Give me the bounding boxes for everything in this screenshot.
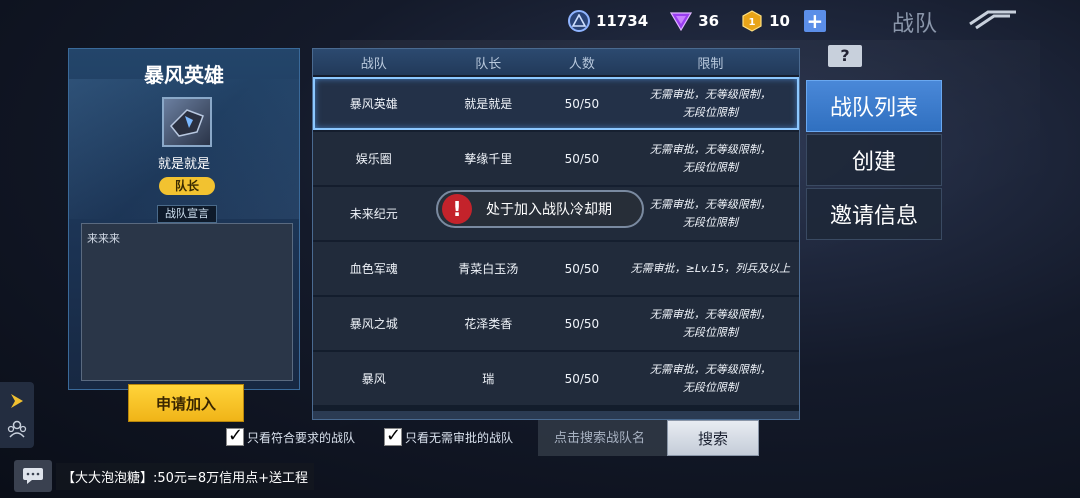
cell-leader: 花泽类香 — [464, 317, 513, 331]
purple-gem-icon — [670, 10, 693, 32]
cell-limit: 无需审批，无等级限制， 无段位限制 — [622, 141, 799, 177]
search-button[interactable]: 搜索 — [667, 420, 759, 456]
chat-bubble-icon[interactable] — [14, 460, 52, 492]
star-coin-icon — [568, 10, 590, 32]
limit-line: 无需审批，无等级限制， — [649, 362, 771, 376]
limit-line: 无段位限制 — [682, 160, 738, 174]
cell-team: 暴风之城 — [349, 317, 398, 331]
team-list-table: 战队 队长 人数 限制 暴风英雄 就是就是 50/50 无需审批，无等级限制，无… — [312, 48, 800, 420]
limit-line: 无需审批，≥Lv.15，列兵及以上 — [630, 261, 791, 275]
currency-bar: 11734 36 1 10 + — [568, 8, 826, 34]
filter-no-approval[interactable]: 只看无需审批的战队 — [384, 425, 514, 446]
header-members: 人数 — [568, 56, 595, 72]
cell-limit: 无需审批，无等级限制， 无段位限制 — [622, 196, 799, 232]
table-row[interactable]: 暴风英雄 就是就是 50/50 无需审批，无等级限制， 无段位限制 — [313, 77, 799, 130]
expand-arrow-icon[interactable] — [8, 392, 26, 410]
team-name: 暴风英雄 — [144, 63, 224, 87]
filter-qualified-label: 只看符合要求的战队 — [247, 430, 356, 445]
back-button[interactable] — [966, 8, 1020, 32]
cell-team: 未来纪元 — [349, 207, 398, 221]
cell-leader: 孳缘千里 — [464, 152, 513, 166]
menu-team-list[interactable]: 战队列表 — [806, 80, 942, 132]
team-menu: 战队列表 创建 邀请信息 — [806, 80, 942, 242]
limit-line: 无需审批，无等级限制， — [649, 197, 771, 211]
cell-leader: 瑞 — [482, 372, 495, 386]
apply-join-button[interactable]: 申请加入 — [128, 384, 244, 422]
cell-members: 50/50 — [564, 261, 600, 276]
table-header: 战队 队长 人数 限制 — [313, 49, 799, 75]
table-row[interactable]: 血色军魂 青菜白玉汤 50/50 无需审批，≥Lv.15，列兵及以上 — [313, 242, 799, 295]
chat-bar[interactable]: 【大大泡泡糖】:50元=8万信用点+送工程 — [14, 460, 434, 492]
currency-gem: 36 — [670, 10, 719, 32]
cell-limit: 无需审批，无等级限制， 无段位限制 — [622, 86, 799, 122]
warning-icon: ! — [442, 194, 472, 224]
menu-invitations[interactable]: 邀请信息 — [806, 188, 942, 240]
cell-limit: 无需审批，无等级限制， 无段位限制 — [622, 306, 799, 342]
cell-members: 50/50 — [564, 151, 600, 166]
cell-team: 暴风英雄 — [349, 97, 398, 111]
cell-leader: 青菜白玉汤 — [458, 262, 519, 276]
back-arrow-icon — [969, 10, 1016, 30]
page-title: 战队 — [892, 12, 939, 37]
declaration-text: 来来来 — [81, 223, 293, 381]
add-currency-button[interactable]: + — [803, 10, 826, 32]
table-row[interactable]: 娱乐圈 孳缘千里 50/50 无需审批，无等级限制， 无段位限制 — [313, 132, 799, 185]
chat-message: 【大大泡泡糖】:50元=8万信用点+送工程 — [56, 462, 314, 490]
cell-limit: 无需审批，≥Lv.15，列兵及以上 — [622, 260, 799, 278]
filter-no-approval-label: 只看无需审批的战队 — [405, 430, 514, 445]
header-limit: 限制 — [697, 56, 724, 72]
menu-create[interactable]: 创建 — [806, 134, 942, 186]
limit-line: 无段位限制 — [682, 105, 738, 119]
no-approval-checkbox[interactable] — [384, 425, 402, 446]
table-row[interactable]: 暴风 瑞 50/50 无需审批，无等级限制， 无段位限制 — [313, 352, 799, 405]
filter-qualified[interactable]: 只看符合要求的战队 — [226, 425, 356, 446]
limit-line: 无段位限制 — [682, 325, 738, 339]
limit-line: 无段位限制 — [682, 380, 738, 394]
limit-line: 无需审批，无等级限制， — [649, 307, 771, 321]
currency-token-value: 10 — [769, 12, 790, 30]
header-leader: 队长 — [475, 56, 502, 72]
search-input[interactable] — [538, 420, 668, 456]
team-emblem-icon — [162, 97, 212, 147]
table-body: 暴风英雄 就是就是 50/50 无需审批，无等级限制， 无段位限制 娱乐圈 孳缘千… — [313, 77, 799, 407]
qualified-checkbox[interactable] — [226, 425, 244, 446]
side-mini-panel — [0, 382, 34, 448]
cell-members: 50/50 — [564, 316, 600, 331]
cell-team: 血色军魂 — [349, 262, 398, 276]
team-group-icon[interactable] — [7, 420, 27, 438]
list-scroll-edge[interactable] — [313, 411, 799, 419]
cell-limit: 无需审批，无等级限制， 无段位限制 — [622, 361, 799, 397]
limit-line: 无需审批，无等级限制， — [649, 87, 771, 101]
cell-team: 暴风 — [361, 372, 386, 386]
currency-star-value: 11734 — [596, 12, 649, 30]
cell-members: 50/50 — [564, 371, 600, 386]
cell-leader: 就是就是 — [464, 97, 513, 111]
limit-line: 无需审批，无等级限制， — [649, 142, 771, 156]
toast-message: 处于加入战队冷却期 — [486, 202, 612, 218]
cell-team: 娱乐圈 — [355, 152, 392, 166]
currency-star: 11734 — [568, 10, 648, 32]
header-team: 战队 — [360, 56, 387, 72]
gold-token-icon: 1 — [741, 10, 763, 32]
svg-text:1: 1 — [749, 17, 756, 28]
declaration-tab: 战队宣言 — [157, 205, 217, 223]
team-info-panel: 暴风英雄 就是就是 队长 战队宣言 来来来 — [68, 48, 300, 390]
currency-gem-value: 36 — [698, 12, 720, 30]
cell-members: 50/50 — [564, 96, 600, 111]
leader-badge: 队长 — [159, 177, 215, 195]
help-button[interactable]: ? — [828, 45, 862, 67]
table-row[interactable]: 暴风之城 花泽类香 50/50 无需审批，无等级限制， 无段位限制 — [313, 297, 799, 350]
limit-line: 无段位限制 — [682, 215, 738, 229]
currency-token: 1 10 — [741, 10, 790, 32]
leader-name: 就是就是 — [157, 157, 210, 172]
cooldown-toast: ! 处于加入战队冷却期 — [436, 190, 644, 228]
